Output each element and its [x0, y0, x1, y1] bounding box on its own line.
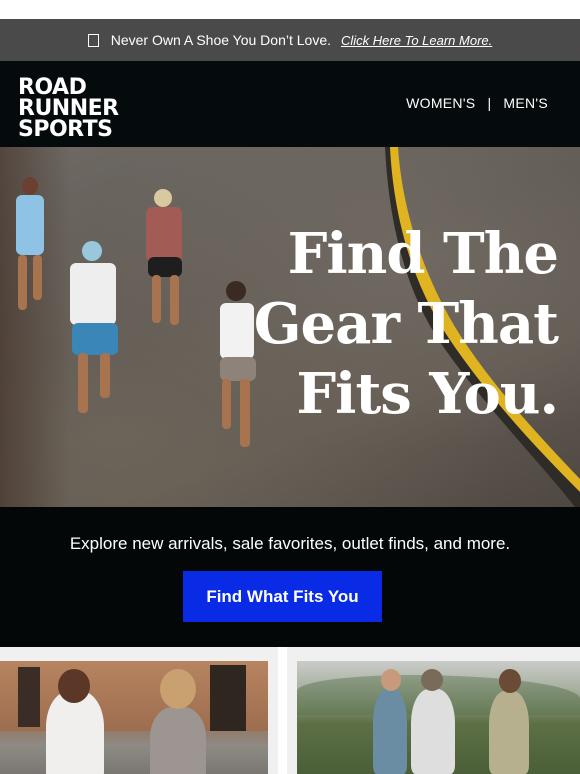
man-2-head [421, 669, 443, 691]
nav-womens-link[interactable]: WOMEN'S [406, 95, 475, 111]
checkbox-icon [87, 33, 99, 47]
window-dark [18, 667, 40, 727]
woman-head-1 [58, 669, 90, 703]
women-runners-photo[interactable] [0, 661, 268, 774]
nav-separator: | [487, 95, 492, 111]
promo-learn-more-link[interactable]: Click Here To Learn More. [341, 33, 492, 48]
promo-bar: Never Own A Shoe You Don’t Love. Click H… [0, 19, 580, 61]
man-3 [489, 691, 529, 774]
logo-line-1: ROAD [18, 75, 87, 100]
cta-section: Explore new arrivals, sale favorites, ou… [0, 507, 580, 647]
man-3-head [499, 669, 521, 693]
hero-headline: Find The Gear That Fits You. [253, 219, 559, 429]
runner-3 [60, 241, 130, 421]
man-2 [411, 689, 455, 774]
logo-line-3: SPORTS [18, 117, 113, 142]
headline-line-3: Fits You. [296, 361, 559, 427]
men-runners-photo[interactable] [297, 661, 580, 774]
top-whitespace [0, 0, 580, 19]
runner-2 [140, 189, 190, 339]
logo-line-2: RUNNER [18, 96, 119, 121]
headline-line-1: Find The [287, 221, 559, 287]
tile-women[interactable] [0, 647, 278, 774]
promo-text: Never Own A Shoe You Don’t Love. [110, 32, 331, 48]
road-runner-sports-logo[interactable]: ROAD RUNNER SPORTS [18, 75, 119, 142]
tile-men[interactable] [287, 647, 580, 774]
runner-1 [8, 177, 56, 327]
product-tiles [0, 647, 580, 774]
woman-gray-top [150, 707, 206, 774]
hero-banner[interactable]: Find The Gear That Fits You. [0, 147, 580, 507]
window-dark [210, 665, 246, 731]
site-header: ROAD RUNNER SPORTS WOMEN'S | MEN'S [0, 61, 580, 147]
main-nav: WOMEN'S | MEN'S [406, 95, 548, 111]
nav-mens-link[interactable]: MEN'S [503, 95, 548, 111]
man-1 [373, 689, 407, 774]
find-what-fits-you-button[interactable]: Find What Fits You [183, 571, 382, 622]
cta-description: Explore new arrivals, sale favorites, ou… [69, 534, 511, 553]
woman-head-2 [160, 669, 196, 709]
headline-line-2: Gear That [253, 291, 559, 357]
man-1-head [381, 669, 401, 691]
woman-white-shirt [46, 691, 104, 774]
